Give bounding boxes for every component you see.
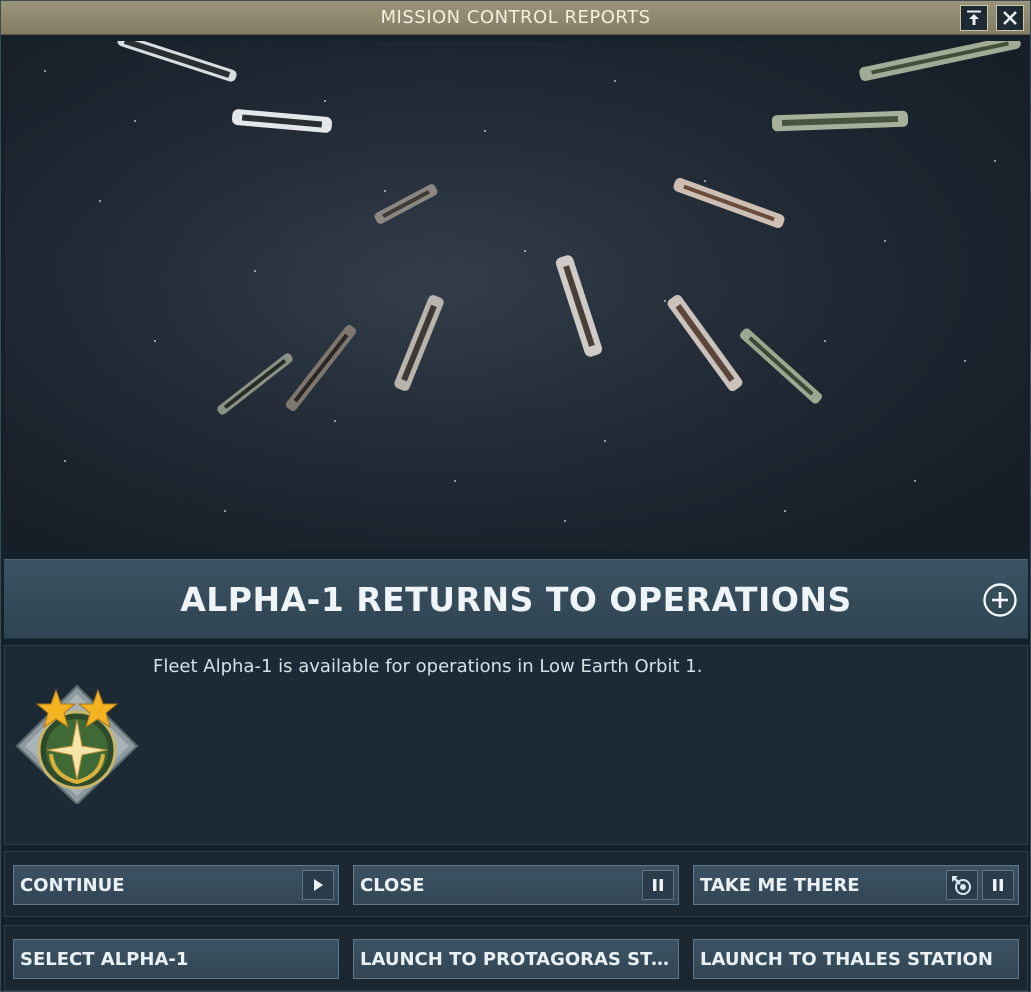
pause-icon[interactable] bbox=[982, 870, 1014, 900]
take-me-there-label: TAKE ME THERE bbox=[700, 875, 860, 896]
launch-to-protagoras-station-button[interactable]: LAUNCH TO PROTAGORAS STATION bbox=[353, 939, 679, 979]
mission-control-window: MISSION CONTROL REPORTS ALPHA-1 RETURNS … bbox=[0, 0, 1031, 992]
primary-actions-row: CONTINUE CLOSE TAKE ME THERE bbox=[4, 851, 1028, 917]
take-me-there-button[interactable]: TAKE ME THERE bbox=[693, 865, 1019, 905]
secondary-actions-row: SELECT ALPHA-1 LAUNCH TO PROTAGORAS STAT… bbox=[4, 925, 1028, 991]
report-message: Fleet Alpha-1 is available for operation… bbox=[153, 656, 703, 677]
launch-to-thales-label: LAUNCH TO THALES STATION bbox=[700, 949, 993, 970]
fleet-image bbox=[5, 41, 1027, 550]
fleet-ships-illustration bbox=[5, 41, 1027, 550]
window-title: MISSION CONTROL REPORTS bbox=[380, 7, 651, 28]
select-alpha-1-label: SELECT ALPHA-1 bbox=[20, 949, 189, 970]
report-body: Fleet Alpha-1 is available for operation… bbox=[4, 645, 1028, 845]
close-button[interactable]: CLOSE bbox=[353, 865, 679, 905]
pin-to-top-button[interactable] bbox=[960, 5, 988, 31]
report-headline: ALPHA-1 RETURNS TO OPERATIONS bbox=[180, 580, 852, 619]
play-icon[interactable] bbox=[302, 870, 334, 900]
close-label: CLOSE bbox=[360, 875, 425, 896]
launch-to-thales-station-button[interactable]: LAUNCH TO THALES STATION bbox=[693, 939, 1019, 979]
continue-button[interactable]: CONTINUE bbox=[13, 865, 339, 905]
continue-label: CONTINUE bbox=[20, 875, 125, 896]
launch-to-protagoras-label: LAUNCH TO PROTAGORAS STATION bbox=[360, 949, 674, 970]
select-alpha-1-button[interactable]: SELECT ALPHA-1 bbox=[13, 939, 339, 979]
close-icon bbox=[1003, 11, 1017, 25]
title-bar: MISSION CONTROL REPORTS bbox=[1, 1, 1030, 35]
fleet-rank-badge-icon bbox=[15, 684, 139, 804]
close-window-button[interactable] bbox=[996, 5, 1024, 31]
pin-top-icon bbox=[967, 10, 981, 25]
report-headline-bar: ALPHA-1 RETURNS TO OPERATIONS bbox=[4, 559, 1028, 639]
pause-icon[interactable] bbox=[642, 870, 674, 900]
expand-plus-icon[interactable] bbox=[982, 582, 1018, 618]
target-icon[interactable] bbox=[946, 870, 978, 900]
